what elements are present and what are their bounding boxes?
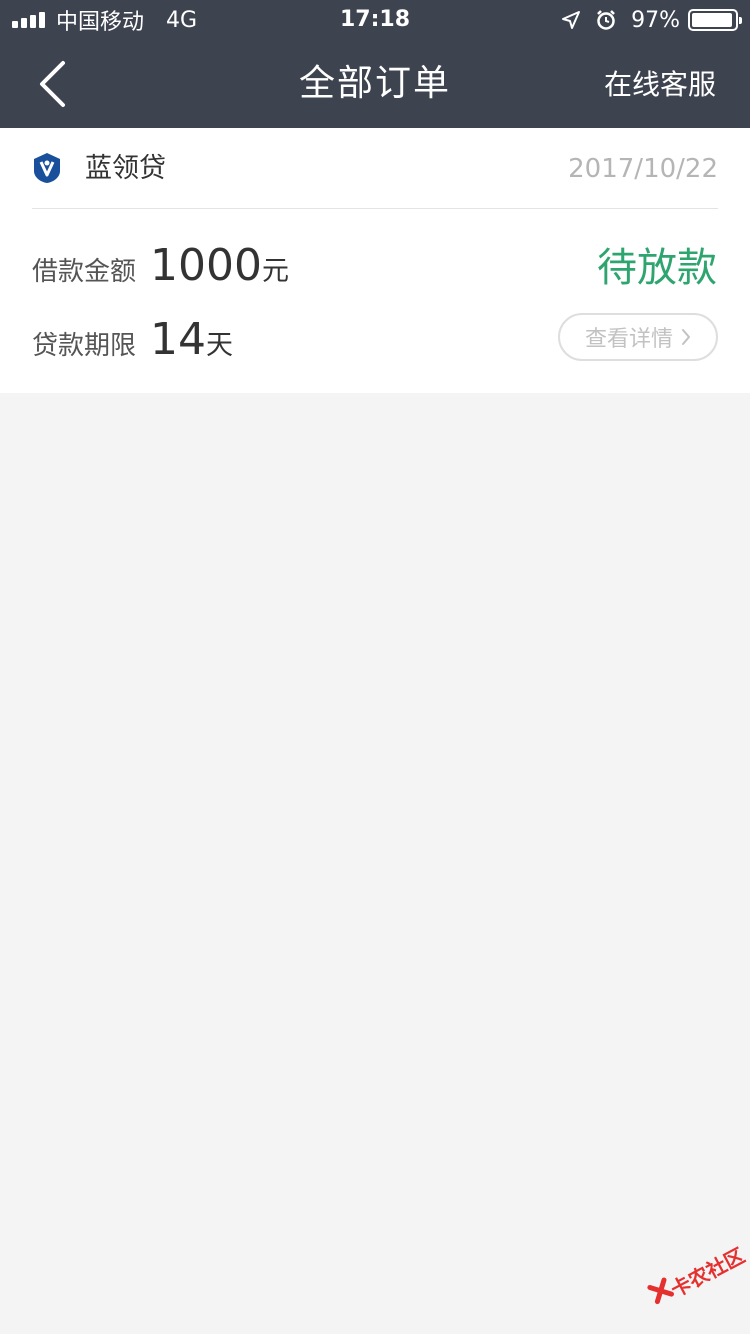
order-card: 蓝领贷 2017/10/22 借款金额 1000 元 贷款期限 14 天 待放款… <box>0 128 750 393</box>
amount-unit: 元 <box>262 256 289 287</box>
watermark-text: 卡农社区 <box>666 1243 749 1302</box>
view-details-button[interactable]: 查看详情 <box>558 313 718 361</box>
nav-bar: 全部订单 在线客服 <box>0 40 750 128</box>
term-label: 贷款期限 <box>32 331 137 361</box>
battery-icon <box>688 9 742 31</box>
battery-percent: 97% <box>631 7 680 33</box>
alarm-clock-icon <box>595 9 617 31</box>
loan-amount-row: 借款金额 1000 元 <box>32 240 289 291</box>
amount-label: 借款金额 <box>32 257 137 287</box>
term-unit: 天 <box>206 330 234 361</box>
online-service-button[interactable]: 在线客服 <box>604 40 716 130</box>
order-date: 2017/10/22 <box>568 154 718 184</box>
watermark: 卡农社区 <box>640 1230 750 1330</box>
brand-logo-icon <box>34 153 60 183</box>
brand-name: 蓝领贷 <box>85 153 166 184</box>
status-bar: 中国移动 4G 17:18 97% <box>0 0 750 40</box>
amount-value: 1000 <box>150 240 262 291</box>
order-card-header: 蓝领贷 2017/10/22 <box>32 128 718 209</box>
header: 中国移动 4G 17:18 97% 全部订单 在线客服 <box>0 0 750 128</box>
status-bar-right: 97% <box>561 6 742 34</box>
location-arrow-icon <box>561 10 581 30</box>
view-details-label: 查看详情 <box>584 327 673 352</box>
loan-term-row: 贷款期限 14 天 <box>32 314 233 365</box>
chevron-right-icon <box>681 328 691 346</box>
order-status: 待放款 <box>597 245 717 291</box>
term-value: 14 <box>150 314 207 365</box>
